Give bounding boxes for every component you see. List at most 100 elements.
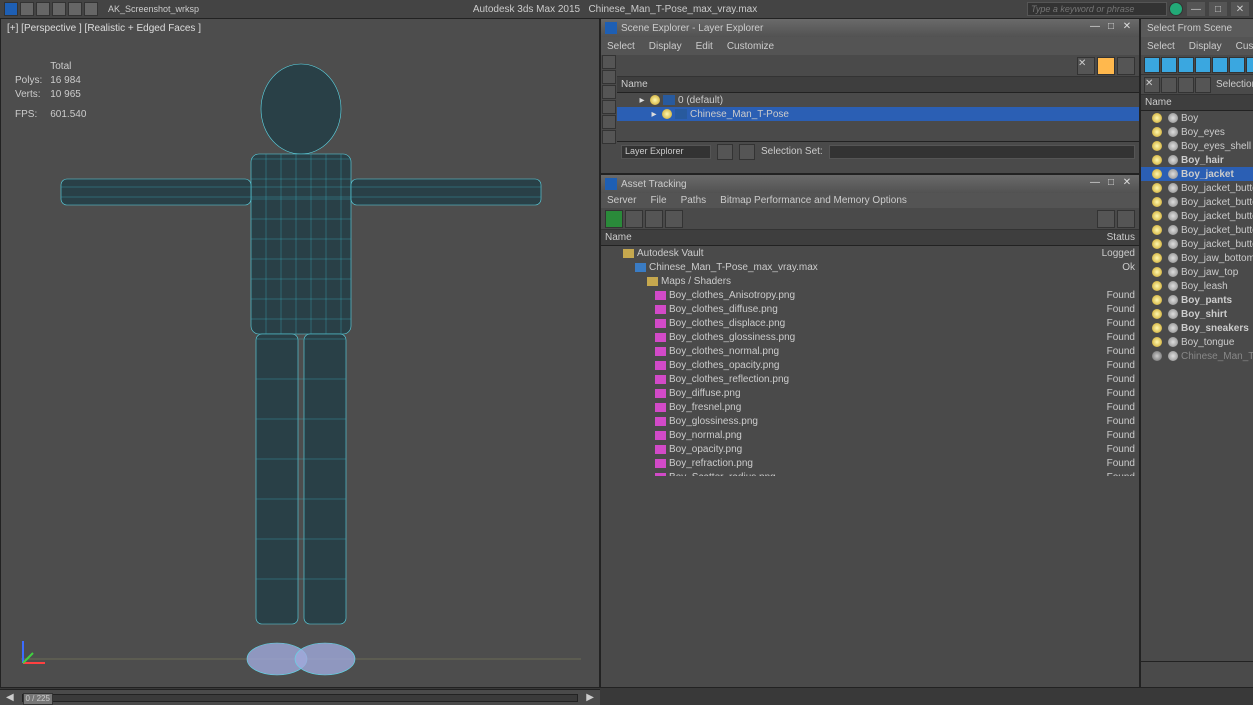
layer-icon[interactable] <box>739 144 755 160</box>
filter-geom-icon[interactable] <box>1161 57 1177 73</box>
asset-row[interactable]: Boy_diffuse.pngFound <box>601 386 1139 400</box>
menu-customize[interactable]: Customize <box>727 41 774 52</box>
menu-customize[interactable]: Customize <box>1236 41 1253 52</box>
filter-helper-icon[interactable] <box>1229 57 1245 73</box>
redo-icon[interactable] <box>68 2 82 16</box>
timeline[interactable]: ◀ 0 / 225 ▶ <box>0 689 600 705</box>
explorer-dropdown[interactable]: Layer Explorer <box>621 145 711 159</box>
object-row[interactable]: Boy_jacket_button001544 <box>1141 181 1253 195</box>
object-row[interactable]: Boy_jacket_button004544 <box>1141 223 1253 237</box>
filter-cameras-icon[interactable] <box>602 100 616 114</box>
close-icon[interactable]: ✕ <box>1144 77 1160 93</box>
object-row[interactable]: Boy_jacket_button003544 <box>1141 209 1253 223</box>
filter-shape-icon[interactable] <box>1178 57 1194 73</box>
object-row[interactable]: Boy_jacket_button005544 <box>1141 237 1253 251</box>
menu-display[interactable]: Display <box>1189 41 1222 52</box>
layer-row[interactable]: ▸0 (default) <box>617 93 1139 107</box>
menu-edit[interactable]: Edit <box>696 41 713 52</box>
refresh-icon[interactable] <box>605 210 623 228</box>
object-row[interactable]: Boy_jacket_button002544 <box>1141 195 1253 209</box>
filter-light-icon[interactable] <box>1195 57 1211 73</box>
pane-minimize-icon[interactable]: — <box>1087 177 1103 191</box>
minimize-icon[interactable]: — <box>1187 2 1205 16</box>
layer-row[interactable]: ▸Chinese_Man_T-Pose <box>617 107 1139 121</box>
menu-display[interactable]: Display <box>649 41 682 52</box>
asset-row[interactable]: Boy_fresnel.pngFound <box>601 400 1139 414</box>
filter-shapes-icon[interactable] <box>602 70 616 84</box>
filter-all-icon[interactable] <box>1144 57 1160 73</box>
menu-paths[interactable]: Paths <box>681 195 707 206</box>
asset-row[interactable]: Autodesk VaultLogged <box>601 246 1139 260</box>
asset-row[interactable]: Boy_Scatter_radius.pngFound <box>601 470 1139 476</box>
col-name[interactable]: Name <box>621 79 1135 90</box>
filter-helpers-icon[interactable] <box>602 115 616 129</box>
object-row[interactable]: Boy4744 <box>1141 111 1253 125</box>
asset-row[interactable]: Boy_clothes_displace.pngFound <box>601 316 1139 330</box>
settings-icon[interactable] <box>1117 210 1135 228</box>
layer-icon[interactable] <box>1178 77 1194 93</box>
menu-bitmap-perf[interactable]: Bitmap Performance and Memory Options <box>720 195 907 206</box>
list-view-icon[interactable] <box>645 210 663 228</box>
asset-row[interactable]: Boy_opacity.pngFound <box>601 442 1139 456</box>
asset-row[interactable]: Boy_clothes_reflection.pngFound <box>601 372 1139 386</box>
object-row[interactable]: Chinese_Man_T-Pose0 <box>1141 349 1253 363</box>
filter-bone-icon[interactable] <box>602 130 616 144</box>
pane-close-icon[interactable]: ✕ <box>1119 177 1135 191</box>
pane-minimize-icon[interactable]: — <box>1087 21 1103 35</box>
table-view-icon[interactable] <box>665 210 683 228</box>
viewport-perspective[interactable]: [+] [Perspective ] [Realistic + Edged Fa… <box>0 18 600 688</box>
object-row[interactable]: Boy_shirt251 <box>1141 307 1253 321</box>
asset-row[interactable]: Boy_clothes_diffuse.pngFound <box>601 302 1139 316</box>
sfs-titlebar[interactable]: Select From Scene 📌 ✕ <box>1141 19 1253 37</box>
asset-row[interactable]: Boy_clothes_glossiness.pngFound <box>601 330 1139 344</box>
close-icon[interactable]: ✕ <box>1231 2 1249 16</box>
col-name[interactable]: Name <box>605 232 1075 243</box>
filter-cam-icon[interactable] <box>1212 57 1228 73</box>
asset-row[interactable]: Boy_glossiness.pngFound <box>601 414 1139 428</box>
pane-maximize-icon[interactable]: □ <box>1103 21 1119 35</box>
view-icon[interactable] <box>1161 77 1177 93</box>
frame-fwd-icon[interactable]: ▶ <box>586 692 594 703</box>
asset-row[interactable]: Maps / Shaders <box>601 274 1139 288</box>
col-status[interactable]: Status <box>1075 232 1135 243</box>
object-row[interactable]: Boy_jaw_bottom3428 <box>1141 251 1253 265</box>
object-row[interactable]: Boy_leash104 <box>1141 279 1253 293</box>
col-name[interactable]: Name <box>1145 97 1253 108</box>
object-row[interactable]: Boy_eyes544 <box>1141 125 1253 139</box>
filter-space-icon[interactable] <box>1246 57 1253 73</box>
asset-row[interactable]: Boy_clothes_normal.pngFound <box>601 344 1139 358</box>
asset-row[interactable]: Boy_normal.pngFound <box>601 428 1139 442</box>
menu-select[interactable]: Select <box>607 41 635 52</box>
help-search-input[interactable] <box>1027 2 1167 16</box>
scene-explorer-titlebar[interactable]: Scene Explorer - Layer Explorer — □ ✕ <box>601 19 1139 37</box>
object-row[interactable]: Boy_eyes_shell368 <box>1141 139 1253 153</box>
pane-close-icon[interactable]: ✕ <box>1119 21 1135 35</box>
filter-geometry-icon[interactable] <box>602 55 616 69</box>
find-icon[interactable]: ✕ <box>1077 57 1095 75</box>
menu-select[interactable]: Select <box>1147 41 1175 52</box>
pane-maximize-icon[interactable]: □ <box>1103 177 1119 191</box>
object-row[interactable]: Boy_pants584 <box>1141 293 1253 307</box>
time-slider[interactable]: 0 / 225 <box>22 694 579 702</box>
object-row[interactable]: Boy_tongue612 <box>1141 335 1253 349</box>
menu-server[interactable]: Server <box>607 195 636 206</box>
object-row[interactable]: Boy_jacket1264 <box>1141 167 1253 181</box>
save-icon[interactable] <box>36 2 50 16</box>
view-layers-icon[interactable] <box>1097 57 1115 75</box>
menu-file[interactable]: File <box>650 195 666 206</box>
frame-back-icon[interactable]: ◀ <box>6 692 14 703</box>
selection-set-dropdown[interactable] <box>829 145 1135 159</box>
help-icon[interactable] <box>1169 2 1183 16</box>
open-icon[interactable] <box>20 2 34 16</box>
maximize-icon[interactable]: □ <box>1209 2 1227 16</box>
view-hierarchy-icon[interactable] <box>1117 57 1135 75</box>
asset-row[interactable]: Boy_clothes_opacity.pngFound <box>601 358 1139 372</box>
undo-icon[interactable] <box>52 2 66 16</box>
workspace-dropdown[interactable]: AK_Screenshot_wrksp <box>104 4 203 14</box>
object-row[interactable]: Boy_sneakers584 <box>1141 321 1253 335</box>
tree-view-icon[interactable] <box>625 210 643 228</box>
asset-row[interactable]: Chinese_Man_T-Pose_max_vray.maxOk <box>601 260 1139 274</box>
asset-row[interactable]: Boy_clothes_Anisotropy.pngFound <box>601 288 1139 302</box>
object-row[interactable]: Boy_jaw_top1484 <box>1141 265 1253 279</box>
object-row[interactable]: Boy_hair397 <box>1141 153 1253 167</box>
